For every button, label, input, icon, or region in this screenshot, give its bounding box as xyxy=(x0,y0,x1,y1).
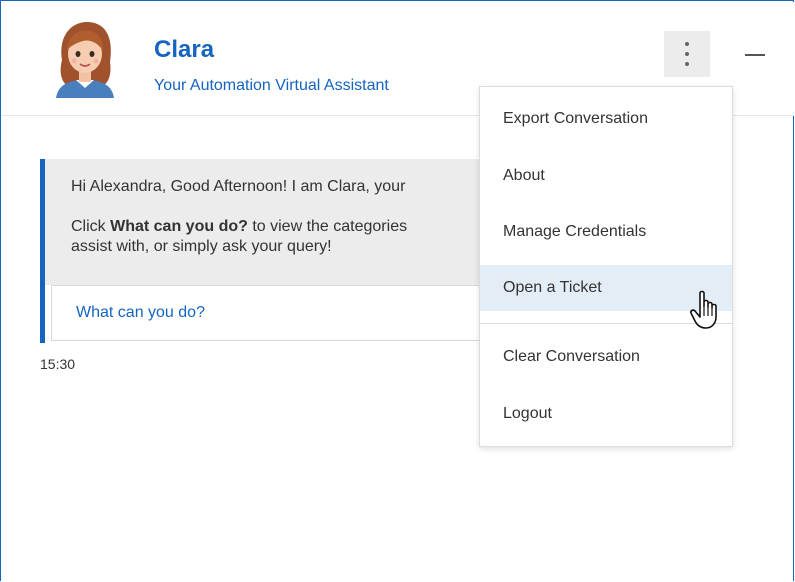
kebab-menu-icon xyxy=(685,42,689,46)
menu-item-clear-conversation[interactable]: Clear Conversation xyxy=(480,334,732,380)
assistant-name: Clara xyxy=(154,36,215,63)
menu-item-about[interactable]: About xyxy=(480,153,732,199)
message-timestamp: 15:30 xyxy=(40,356,76,372)
kebab-menu-button[interactable] xyxy=(664,31,710,77)
assistant-subtitle: Your Automation Virtual Assistant xyxy=(154,77,389,94)
hand-pointer-icon xyxy=(690,290,717,329)
menu-item-export-conversation[interactable]: Export Conversation xyxy=(480,96,732,142)
menu-item-logout[interactable]: Logout xyxy=(480,391,732,437)
avatar-icon xyxy=(56,22,114,98)
menu-item-manage-credentials[interactable]: Manage Credentials xyxy=(480,209,732,255)
minimize-button[interactable] xyxy=(743,41,769,65)
instruction-bold: What can you do? xyxy=(110,218,248,235)
options-dropdown-menu: Export Conversation About Manage Credent… xyxy=(479,86,733,447)
chat-window: Clara Your Automation Virtual Assistant … xyxy=(0,0,794,581)
